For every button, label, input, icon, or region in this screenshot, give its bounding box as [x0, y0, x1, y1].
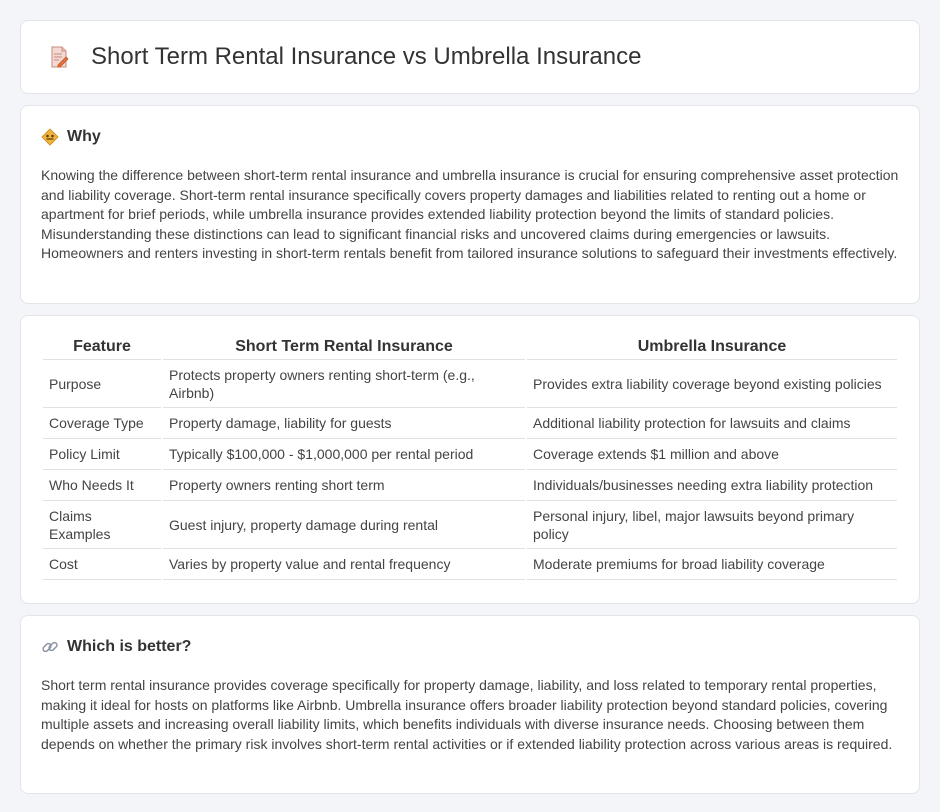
diamond-sign-icon [41, 128, 59, 146]
table-header-short-term: Short Term Rental Insurance [163, 338, 525, 360]
table-header-umbrella: Umbrella Insurance [527, 338, 897, 360]
table-cell-umbrella: Coverage extends $1 million and above [527, 439, 897, 470]
table-cell-umbrella: Additional liability protection for laws… [527, 408, 897, 439]
document-edit-icon [47, 45, 71, 69]
why-text: Knowing the difference between short-ter… [41, 167, 899, 261]
table-cell-feature: Claims Examples [43, 501, 161, 549]
table-cell-short-term: Typically $100,000 - $1,000,000 per rent… [163, 439, 525, 470]
table-row: Claims Examples Guest injury, property d… [43, 501, 897, 549]
table-cell-feature: Who Needs It [43, 470, 161, 501]
table-cell-umbrella: Individuals/businesses needing extra lia… [527, 470, 897, 501]
table-cell-feature: Coverage Type [43, 408, 161, 439]
table-row: Purpose Protects property owners renting… [43, 360, 897, 408]
link-icon [41, 638, 59, 656]
which-better-text: Short term rental insurance provides cov… [41, 677, 893, 752]
table-cell-short-term: Varies by property value and rental freq… [163, 549, 525, 580]
table-row: Who Needs It Property owners renting sho… [43, 470, 897, 501]
table-cell-feature: Policy Limit [43, 439, 161, 470]
table-cell-umbrella: Personal injury, libel, major lawsuits b… [527, 501, 897, 549]
page: Short Term Rental Insurance vs Umbrella … [0, 0, 940, 794]
page-title: Short Term Rental Insurance vs Umbrella … [91, 43, 642, 70]
table-cell-short-term: Guest injury, property damage during ren… [163, 501, 525, 549]
table-cell-feature: Cost [43, 549, 161, 580]
header-card: Short Term Rental Insurance vs Umbrella … [20, 20, 920, 94]
table-row: Policy Limit Typically $100,000 - $1,000… [43, 439, 897, 470]
table-row: Cost Varies by property value and rental… [43, 549, 897, 580]
comparison-table: Feature Short Term Rental Insurance Umbr… [41, 338, 899, 580]
table-header-row: Feature Short Term Rental Insurance Umbr… [43, 338, 897, 360]
which-better-heading: Which is better? [41, 638, 899, 656]
table-cell-short-term: Protects property owners renting short-t… [163, 360, 525, 408]
table-cell-short-term: Property damage, liability for guests [163, 408, 525, 439]
table-cell-umbrella: Provides extra liability coverage beyond… [527, 360, 897, 408]
table-row: Coverage Type Property damage, liability… [43, 408, 897, 439]
table-header-feature: Feature [43, 338, 161, 360]
table-cell-umbrella: Moderate premiums for broad liability co… [527, 549, 897, 580]
table-cell-feature: Purpose [43, 360, 161, 408]
why-heading: Why [41, 128, 899, 146]
which-better-title: Which is better? [67, 638, 192, 655]
comparison-section: Feature Short Term Rental Insurance Umbr… [20, 315, 920, 604]
table-cell-short-term: Property owners renting short term [163, 470, 525, 501]
why-section: Why Knowing the difference between short… [20, 105, 920, 304]
which-better-section: Which is better? Short term rental insur… [20, 615, 920, 794]
why-title: Why [67, 128, 101, 145]
